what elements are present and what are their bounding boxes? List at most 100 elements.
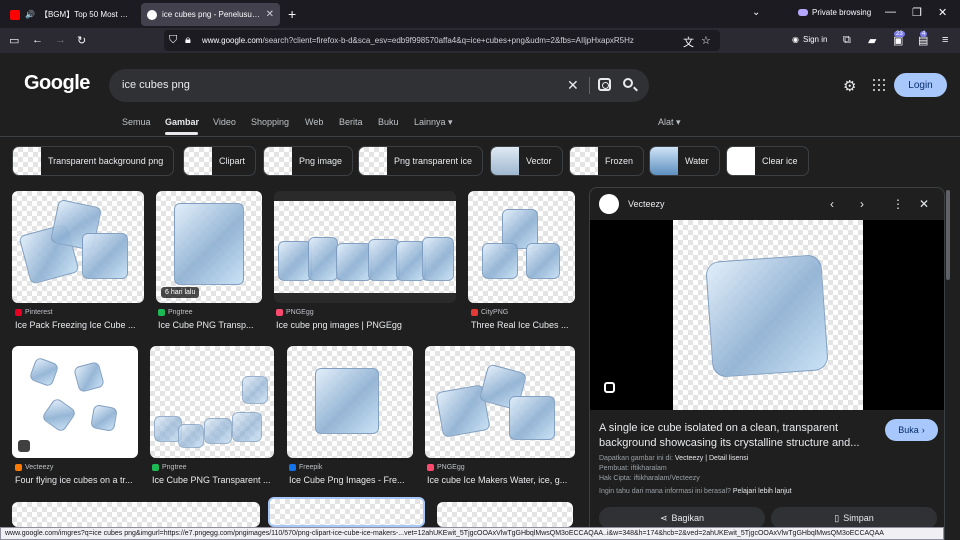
pngegg-icon <box>276 309 283 316</box>
tab-google-search[interactable]: ice cubes png - Penelusuran Go ✕ <box>141 3 280 26</box>
shield-icon[interactable]: ⛉ <box>169 34 177 47</box>
extensions-icon[interactable]: ⧉ <box>843 34 851 47</box>
lock-icon[interactable]: 🔒︎ <box>185 34 191 47</box>
result-caption[interactable]: Ice Cube PNG Transp... <box>158 320 262 330</box>
extension-badge: 23 <box>894 31 905 37</box>
result-image-9[interactable] <box>12 502 260 527</box>
result-source[interactable]: PNGEgg <box>427 464 465 471</box>
more-options-icon[interactable]: ⋮ <box>892 197 904 211</box>
login-button[interactable]: Login <box>894 73 947 97</box>
result-image-8[interactable] <box>425 346 575 458</box>
open-label: Buka <box>898 425 919 435</box>
result-source[interactable]: Freepik <box>289 464 322 471</box>
sidebar-icon[interactable]: ▭ <box>9 34 19 47</box>
search-input[interactable]: ice cubes png <box>122 79 190 91</box>
chip-transparent-background-png[interactable]: Transparent background png <box>12 146 175 176</box>
result-source[interactable]: Pngtree <box>152 464 187 471</box>
panel-source-name[interactable]: Vecteezy <box>628 199 665 209</box>
minimize-icon[interactable]: — <box>885 6 896 18</box>
search-box[interactable]: ice cubes png ✕ <box>109 69 649 102</box>
chip-clipart[interactable]: Clipart <box>183 146 257 176</box>
tab-web[interactable]: Web <box>305 117 323 127</box>
speaker-icon[interactable]: 🔊 <box>25 10 35 19</box>
tools-button[interactable]: Alat ▾ <box>658 117 681 128</box>
maximize-icon[interactable]: ❐ <box>912 6 922 19</box>
share-button[interactable]: ⋖ Bagikan <box>599 507 765 529</box>
google-logo[interactable]: Google <box>24 72 90 95</box>
translate-icon[interactable]: 文 <box>683 34 694 50</box>
chip-water[interactable]: Water <box>649 146 720 176</box>
result-source[interactable]: Vecteezy <box>15 464 53 471</box>
tab-berita[interactable]: Berita <box>339 117 363 127</box>
result-caption[interactable]: Ice Pack Freezing Ice Cube ... <box>15 320 143 330</box>
tab-lainnya[interactable]: Lainnya ▾ <box>414 117 453 128</box>
result-image-4[interactable] <box>468 191 575 303</box>
menu-icon[interactable]: ≡ <box>942 34 948 46</box>
preview-image[interactable] <box>673 220 863 410</box>
result-caption[interactable]: Ice Cube Png Images - Fre... <box>289 475 413 485</box>
license-link[interactable]: Vecteezy | Detail lisensi <box>675 455 748 462</box>
chip-thumbnail <box>184 147 212 175</box>
learn-more-link[interactable]: Pelajari lebih lanjut <box>733 488 792 495</box>
close-panel-icon[interactable]: ✕ <box>919 197 929 211</box>
chip-thumbnail <box>359 147 387 175</box>
apps-grid-icon[interactable] <box>873 79 885 91</box>
tab-shopping[interactable]: Shopping <box>251 117 289 127</box>
tab-youtube[interactable]: 🔊 【BGM】Top 50 Most Popu <box>4 3 138 26</box>
tab-semua[interactable]: Semua <box>122 117 151 127</box>
chip-frozen[interactable]: Frozen <box>569 146 645 176</box>
bookmark-star-icon[interactable]: ☆ <box>701 34 711 47</box>
result-caption[interactable]: Ice cube png images | PNGEgg <box>276 320 456 330</box>
save-button[interactable]: ▯ Simpan <box>771 507 937 529</box>
settings-gear-icon[interactable]: ⚙ <box>843 77 856 95</box>
sign-in-button[interactable]: ◉ Sign in <box>792 35 827 44</box>
tab-buku[interactable]: Buku <box>378 117 399 127</box>
result-image-3[interactable] <box>274 191 456 303</box>
scrollbar[interactable] <box>946 190 950 280</box>
result-caption[interactable]: Ice Cube PNG Transparent ... <box>152 475 274 485</box>
result-image-7[interactable] <box>287 346 413 458</box>
tab-gambar[interactable]: Gambar <box>165 117 199 127</box>
result-source[interactable]: Pngtree <box>158 309 193 316</box>
result-source[interactable]: Pinterest <box>15 309 53 316</box>
back-icon[interactable]: ← <box>32 34 43 46</box>
license-info: Dapatkan gambar ini di: Vecteezy | Detai… <box>599 455 749 462</box>
list-tabs-icon[interactable]: ⌄ <box>752 7 760 18</box>
result-image-1[interactable] <box>12 191 144 303</box>
tab-title: ice cubes png - Penelusuran Go <box>162 10 261 19</box>
result-image-5[interactable] <box>12 346 138 458</box>
vecteezy-icon <box>15 464 22 471</box>
result-caption[interactable]: Four flying ice cubes on a tr... <box>15 475 139 485</box>
result-image-6[interactable] <box>150 346 274 458</box>
pngegg-icon <box>427 464 434 471</box>
tab-video[interactable]: Video <box>213 117 236 127</box>
chip-png-image[interactable]: Png image <box>263 146 354 176</box>
clear-icon[interactable]: ✕ <box>567 77 579 94</box>
new-tab-button[interactable]: + <box>288 6 296 22</box>
close-window-icon[interactable]: ✕ <box>938 6 947 19</box>
result-image-10[interactable] <box>268 497 425 527</box>
lens-icon[interactable] <box>598 78 611 91</box>
forward-icon[interactable]: → <box>55 34 66 46</box>
search-icon[interactable] <box>623 78 633 88</box>
chip-clear-ice[interactable]: Clear ice <box>726 146 809 176</box>
url-host: www.google.com <box>202 36 263 45</box>
previous-icon[interactable]: ‹ <box>830 197 834 211</box>
reload-icon[interactable]: ↻ <box>77 34 86 47</box>
chip-thumbnail <box>727 147 755 175</box>
result-source[interactable]: CityPNG <box>471 309 508 316</box>
panel-title[interactable]: A single ice cube isolated on a clean, t… <box>599 421 879 451</box>
extension-icon-1[interactable]: ▰ <box>868 34 876 47</box>
chip-vector[interactable]: Vector <box>490 146 563 176</box>
result-image-11[interactable] <box>437 502 573 527</box>
next-icon[interactable]: › <box>860 197 864 211</box>
url-text[interactable]: www.google.com/search?client=firefox-b-d… <box>202 36 672 45</box>
chip-png-transparent-ice[interactable]: Png transparent ice <box>358 146 484 176</box>
save-label: Simpan <box>843 513 874 523</box>
open-button[interactable]: Buka › <box>885 419 938 441</box>
close-tab-icon[interactable]: ✕ <box>266 9 274 20</box>
result-caption[interactable]: Ice cube Ice Makers Water, ice, g... <box>427 475 573 485</box>
result-caption[interactable]: Three Real Ice Cubes ... <box>471 320 575 330</box>
result-source[interactable]: PNGEgg <box>276 309 314 316</box>
lens-search-icon[interactable] <box>604 382 615 393</box>
